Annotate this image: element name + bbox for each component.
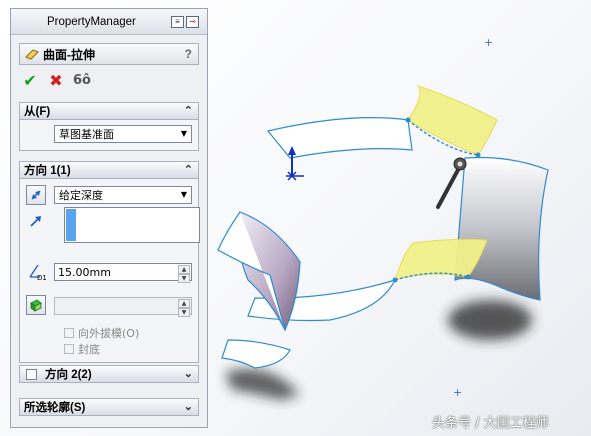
chevron-up-icon[interactable]: ⌃ [184, 104, 193, 117]
close-icon: ✖ [49, 70, 63, 90]
chevron-down-icon[interactable]: ⌄ [184, 400, 193, 413]
feature-header: 曲面-拉伸 ? [19, 43, 199, 65]
title-tools: ≡ ⊸ [171, 15, 201, 29]
feature-title: 曲面-拉伸 [43, 47, 95, 62]
group-direction1-header[interactable]: 方向 1(1) ⌃ [19, 161, 199, 179]
surface-lower-band[interactable] [221, 279, 397, 369]
selection-marker [66, 209, 76, 241]
depth-input[interactable]: 15.00mm ▲ ▼ [54, 263, 192, 283]
group-from-label: 从(F) [24, 106, 51, 118]
preview-surface-upper [407, 85, 498, 156]
draft-outward-option[interactable]: 向外拔模(O) [64, 325, 139, 341]
detailed-preview-button[interactable]: 6ô [73, 71, 91, 89]
step-down-icon[interactable]: ▼ [178, 308, 190, 317]
direction2-checkbox[interactable] [26, 368, 37, 380]
group-from-header[interactable]: 从(F) ⌃ [19, 102, 199, 120]
surface-extrude-icon [25, 49, 39, 60]
reverse-arrow-icon [31, 190, 41, 200]
step-up-icon[interactable]: ▲ [178, 299, 190, 308]
svg-text:+: + [453, 386, 462, 399]
step-up-icon[interactable]: ▲ [178, 265, 190, 274]
depth-d1-icon: D1 [26, 261, 46, 281]
watermark: 头条号 / 大国工程师 [432, 416, 549, 431]
draft-angle-input[interactable]: ▲ ▼ [54, 297, 192, 317]
glasses-icon: 6ô [73, 72, 91, 88]
list-icon[interactable]: ≡ [171, 16, 184, 28]
cancel-button[interactable]: ✖ [47, 70, 65, 90]
chevron-up-icon[interactable]: ⌃ [184, 163, 193, 176]
svg-text:+: + [484, 36, 493, 49]
cap-end-label: 封底 [78, 343, 100, 356]
group-contours-label: 所选轮廓(S) [24, 402, 86, 414]
cap-end-checkbox[interactable] [64, 344, 74, 354]
draft-cube-icon [30, 299, 42, 312]
help-icon[interactable]: ? [185, 47, 192, 61]
property-manager-title: PropertyManager ≡ ⊸ [11, 9, 207, 35]
property-manager: PropertyManager ≡ ⊸ 曲面-拉伸 ? ✔ ✖ 6ô 从(F) … [10, 8, 208, 428]
check-icon: ✔ [23, 70, 37, 90]
cap-end-option[interactable]: 封底 [64, 341, 100, 357]
group-direction1-body: 给定深度 ▼ D1 15.00mm ▲ ▼ ▲ ▼ 向外拔模(O) 封底 [19, 179, 200, 363]
group-from-body: 草图基准面 ▼ [19, 120, 199, 151]
group-direction2-label: 方向 2(2) [45, 369, 92, 381]
ok-button[interactable]: ✔ [21, 70, 39, 90]
end-condition-select[interactable]: 给定深度 ▼ [54, 186, 192, 204]
start-condition-select[interactable]: 草图基准面 ▼ [54, 125, 192, 143]
action-buttons: ✔ ✖ 6ô [21, 70, 91, 90]
panel-title: PropertyManager [47, 15, 136, 28]
group-contours-header[interactable]: 所选轮廓(S) ⌄ [19, 398, 199, 416]
chevron-down-icon[interactable]: ⌄ [184, 367, 193, 380]
draft-angle-stepper[interactable]: ▲ ▼ [178, 299, 190, 317]
pin-icon[interactable]: ⊸ [186, 16, 199, 28]
draft-toggle-button[interactable] [26, 295, 46, 315]
depth-value: 15.00mm [58, 265, 111, 279]
depth-stepper[interactable]: ▲ ▼ [178, 265, 190, 283]
step-down-icon[interactable]: ▼ [178, 274, 190, 283]
dropdown-arrow-icon: ▼ [180, 190, 187, 199]
group-direction1-label: 方向 1(1) [24, 165, 71, 177]
group-direction2-header[interactable]: 方向 2(2) ⌄ [19, 365, 199, 383]
direction-reference-list[interactable] [64, 207, 200, 243]
end-condition-value: 给定深度 [59, 189, 103, 202]
draft-outward-checkbox[interactable] [64, 328, 74, 338]
reverse-direction-button[interactable] [26, 185, 46, 205]
start-condition-value: 草图基准面 [59, 128, 114, 141]
dropdown-arrow-icon: ▼ [180, 129, 187, 138]
direction-vector-icon [26, 211, 46, 231]
svg-text:D1: D1 [37, 274, 46, 281]
draft-outward-label: 向外拔模(O) [78, 327, 140, 340]
